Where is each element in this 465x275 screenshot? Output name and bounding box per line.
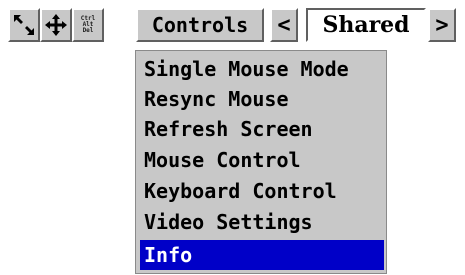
chevron-left-icon: < <box>277 12 291 38</box>
controls-label: Controls <box>151 13 249 37</box>
menu-item-resync-mouse[interactable]: Resync Mouse <box>140 85 384 113</box>
mode-field: Shared <box>306 8 426 42</box>
menu-item-refresh-screen[interactable]: Refresh Screen <box>140 115 384 143</box>
mode-value: Shared <box>322 12 410 38</box>
prev-mode-button[interactable]: < <box>270 8 298 42</box>
menu-item-label: Single Mouse Mode <box>144 57 349 81</box>
menu-item-keyboard-control[interactable]: Keyboard Control <box>140 177 384 205</box>
menu-item-label: Resync Mouse <box>144 87 289 111</box>
next-mode-button[interactable]: > <box>428 8 456 42</box>
menu-item-label: Video Settings <box>144 210 313 234</box>
ctrl-alt-del-icon: Ctrl Alt Del <box>81 16 95 34</box>
menu-item-mouse-control[interactable]: Mouse Control <box>140 146 384 174</box>
controls-button[interactable]: Controls <box>136 8 264 42</box>
menu-item-label: Refresh Screen <box>144 117 313 141</box>
chevron-right-icon: > <box>435 12 449 38</box>
menu-item-single-mouse-mode[interactable]: Single Mouse Mode <box>140 55 384 83</box>
controls-menu: Single Mouse Mode Resync Mouse Refresh S… <box>135 50 387 274</box>
corner-arrows-icon <box>12 13 36 37</box>
menu-item-label: Keyboard Control <box>144 179 337 203</box>
move-icon <box>44 13 68 37</box>
corner-arrows-button[interactable] <box>8 8 40 42</box>
del-key-label: Del <box>82 27 94 34</box>
menu-item-label: Info <box>144 243 193 267</box>
menu-item-label: Mouse Control <box>144 148 301 172</box>
move-button[interactable] <box>40 8 72 42</box>
ctrl-alt-del-button[interactable]: Ctrl Alt Del <box>72 8 104 42</box>
menu-item-video-settings[interactable]: Video Settings <box>140 208 384 236</box>
menu-item-info[interactable]: Info <box>140 240 384 270</box>
toolbar: Ctrl Alt Del Controls < Shared > <box>0 0 465 50</box>
